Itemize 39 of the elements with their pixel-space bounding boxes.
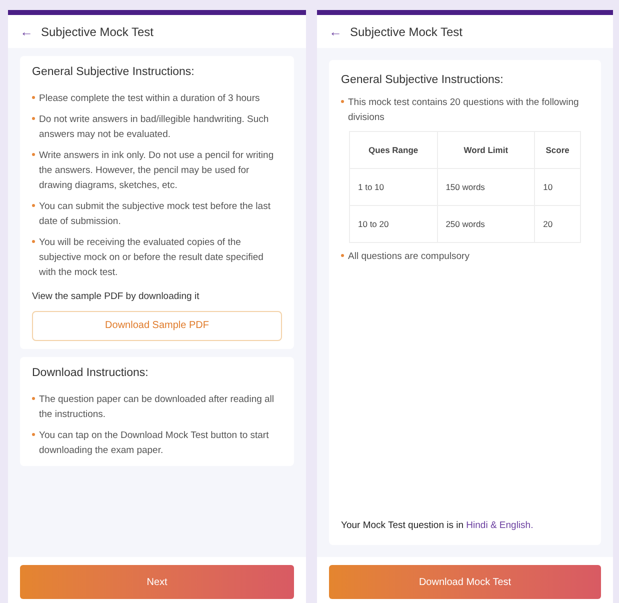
bullet-icon [32,240,35,244]
column-header: Word Limit [437,132,535,169]
instruction-text: All questions are compulsory [348,250,470,264]
screen-title: Subjective Mock Test [350,24,462,40]
instruction-text: Do not write answers in bad/illegible handwriting. Such answers may not be evaluated. [39,113,270,142]
screen-title: Subjective Mock Test [41,24,154,40]
table-cell: 10 [534,168,580,206]
primary-button[interactable]: Download Mock Test [329,565,601,599]
instruction-text: You will be receiving the evaluated copies of the subjective mock on or before the result date specified with the mock test. [39,236,264,280]
table-cell: 1 to 10 [350,168,438,206]
download-sample-button[interactable]: Download Sample PDF [32,310,282,340]
instruction-text: The question paper can be downloaded after reading all the instructions. [39,392,276,422]
instruction-text: This mock test contains 20 questions with the following divisions [348,96,580,126]
instruction-text: Write answers in ink only. Do not use a pencil for writing the answers. However, the pencil may be used for drawing diagrams, sketches, etc. [39,149,275,194]
card-heading: Download Instructions: [32,366,150,380]
instruction-text: You can submit the subjective mock test before the last date of submission. [39,200,272,230]
instruction-text: Please complete the test within a duration of 3 hours [39,92,260,106]
language-note: Your Mock Test question is in [341,520,464,531]
bullet-icon [32,96,35,100]
table-cell: 10 to 20 [350,206,438,243]
table-cell: 20 [534,206,580,243]
instruction-text: You can tap on the Download Mock Test button to start downloading the exam paper. [39,428,270,458]
sample-label: View the sample PDF by downloading it [32,290,200,304]
bullet-icon [341,254,344,258]
bullet-icon [32,153,35,156]
card-heading: General Subjective Instructions: [341,73,504,88]
back-button[interactable]: ← [329,22,342,42]
bullet-icon [341,100,344,104]
card-heading: General Subjective Instructions: [32,65,196,80]
column-header: Score [534,132,580,169]
primary-button[interactable]: Next [20,565,294,599]
bullet-icon [32,432,35,436]
table-cell: 150 words [437,168,535,206]
bullet-icon [32,117,35,120]
bullet-icon [32,396,35,400]
table-cell: 250 words [437,206,535,243]
column-header: Ques Range [350,132,438,169]
bullet-icon [32,204,35,208]
back-button[interactable]: ← [20,22,33,42]
